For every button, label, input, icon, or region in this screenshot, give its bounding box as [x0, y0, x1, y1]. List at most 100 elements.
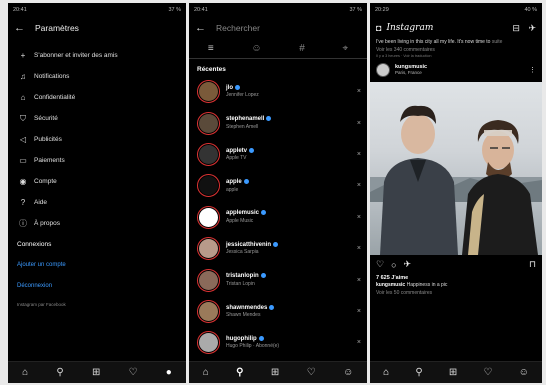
direct-message-icon[interactable]: ✈	[528, 23, 536, 33]
menu-item-about[interactable]: ⓘ À propos	[8, 213, 186, 234]
recent-search-row[interactable]: applemusic Apple Music ×	[189, 202, 367, 233]
recent-search-row[interactable]: stephenamell Stephen Amell ×	[189, 107, 367, 138]
recent-search-row[interactable]: apple apple ×	[189, 170, 367, 201]
menu-item-account[interactable]: ◉ Compte	[8, 171, 186, 192]
profile-icon[interactable]: ☺	[343, 367, 353, 378]
home-icon[interactable]: ⌂	[383, 367, 389, 378]
menu-item-security[interactable]: ⛉ Sécurité	[8, 108, 186, 129]
bookmark-icon[interactable]: ⊓	[529, 259, 536, 270]
recent-search-row[interactable]: tristanlopin Tristan Lopin ×	[189, 264, 367, 295]
menu-item-payments[interactable]: ▭ Paiements	[8, 150, 186, 171]
search-icon[interactable]: ⚲	[236, 367, 243, 378]
recent-username[interactable]: stephenamell	[226, 116, 357, 124]
search-icon[interactable]: ⚲	[56, 367, 63, 378]
avatar[interactable]	[197, 80, 220, 104]
tab-tags-icon[interactable]: #	[299, 43, 305, 54]
recent-text: apple apple	[226, 178, 357, 193]
add-post-icon[interactable]: ⊞	[92, 367, 100, 378]
post-username[interactable]: kungsmusic	[395, 64, 529, 71]
bottom-nav: ⌂ ⚲ ⊞ ♡ ☺	[189, 361, 367, 383]
avatar[interactable]	[197, 299, 220, 323]
profile-icon[interactable]: ●	[166, 367, 172, 378]
avatar[interactable]	[376, 62, 390, 77]
heart-icon[interactable]: ♡	[483, 367, 492, 378]
caption-username[interactable]: kungsmusic	[376, 282, 405, 288]
more-options-icon[interactable]: ⋮	[529, 66, 536, 74]
recent-username[interactable]: hugophilip	[226, 335, 357, 344]
avatar[interactable]	[197, 268, 220, 292]
username-text: appletv	[226, 147, 248, 154]
remove-recent-icon[interactable]: ×	[357, 151, 361, 158]
recent-username[interactable]: appletv	[226, 147, 357, 156]
avatar[interactable]	[197, 237, 220, 261]
recent-search-row[interactable]: appletv Apple TV ×	[189, 139, 367, 170]
share-icon[interactable]: ✈	[404, 259, 529, 270]
tab-accounts-icon[interactable]: ☺	[251, 43, 261, 54]
remove-recent-icon[interactable]: ×	[357, 182, 361, 189]
heart-icon[interactable]: ♡	[129, 367, 138, 378]
recent-username[interactable]: shawnmendes	[226, 304, 357, 313]
avatar-image	[199, 82, 218, 102]
recent-search-row[interactable]: jlo Jennifer Lopez ×	[189, 76, 367, 107]
heart-icon[interactable]: ♡	[307, 367, 316, 378]
recent-username[interactable]: applemusic	[226, 210, 357, 218]
camera-icon[interactable]: ◘	[376, 23, 381, 33]
remove-recent-icon[interactable]: ×	[357, 277, 361, 284]
search-input[interactable]: Rechercher	[216, 23, 260, 33]
avatar-image	[199, 176, 218, 196]
recent-text: jessicatthivenin Jessica Sarpia	[226, 241, 357, 256]
menu-item-label: Notifications	[34, 73, 70, 80]
comment-icon[interactable]: ○	[391, 260, 396, 270]
remove-recent-icon[interactable]: ×	[357, 339, 361, 346]
recent-text: jlo Jennifer Lopez	[226, 84, 357, 99]
remove-recent-icon[interactable]: ×	[357, 245, 361, 252]
username-text: hugophilip	[226, 335, 257, 342]
remove-recent-icon[interactable]: ×	[357, 308, 361, 315]
view-comments-link[interactable]: Voir les 50 commentaires	[370, 289, 542, 297]
avatar[interactable]	[197, 142, 220, 166]
tab-places-icon[interactable]: ⌖	[342, 43, 348, 54]
avatar[interactable]	[197, 111, 220, 135]
likes-count[interactable]: 7 625 J'aime	[370, 275, 542, 281]
recent-text: hugophilip Hugo Philip · Abonné(e)	[226, 335, 357, 350]
avatar-image	[199, 239, 218, 259]
heart-icon[interactable]: ♡	[376, 259, 384, 270]
avatar[interactable]	[197, 205, 220, 229]
recent-search-row[interactable]: hugophilip Hugo Philip · Abonné(e) ×	[189, 327, 367, 358]
logout-link[interactable]: Déconnexion	[8, 275, 186, 296]
more-link[interactable]: suite	[492, 39, 503, 45]
home-icon[interactable]: ⌂	[203, 367, 209, 378]
add-post-icon[interactable]: ⊞	[449, 367, 457, 378]
recent-username[interactable]: jessicatthivenin	[226, 241, 357, 250]
menu-item-follow-invite[interactable]: + S'abonner et inviter des amis	[8, 45, 186, 66]
menu-item-notifications[interactable]: ♫ Notifications	[8, 66, 186, 87]
recent-username[interactable]: jlo	[226, 84, 357, 93]
menu-item-ads[interactable]: ◁ Publicités	[8, 129, 186, 150]
remove-recent-icon[interactable]: ×	[357, 214, 361, 221]
recent-search-row[interactable]: shawnmendes Shawn Mendes ×	[189, 296, 367, 327]
avatar[interactable]	[197, 331, 220, 355]
post-location[interactable]: Paris, France	[395, 70, 529, 75]
search-icon[interactable]: ⚲	[415, 367, 422, 378]
avatar[interactable]	[197, 174, 220, 198]
recent-username[interactable]: apple	[226, 178, 357, 187]
bell-icon: ♫	[20, 72, 26, 81]
tab-top-icon[interactable]: ≡	[208, 43, 214, 54]
recent-search-row[interactable]: jessicatthivenin Jessica Sarpia ×	[189, 233, 367, 264]
add-post-icon[interactable]: ⊞	[271, 367, 279, 378]
username-text: apple	[226, 179, 242, 186]
back-arrow-icon[interactable]: ←	[14, 22, 25, 34]
post-photo[interactable]	[370, 81, 542, 255]
profile-icon[interactable]: ☺	[519, 367, 529, 378]
menu-item-privacy[interactable]: ⌂ Confidentialité	[8, 87, 186, 108]
menu-item-help[interactable]: ? Aide	[8, 192, 186, 213]
remove-recent-icon[interactable]: ×	[357, 88, 361, 95]
back-arrow-icon[interactable]: ←	[195, 22, 206, 34]
igtv-icon[interactable]: ⊟	[512, 23, 520, 33]
recent-username[interactable]: tristanlopin	[226, 273, 357, 281]
view-comments-link[interactable]: Voir les 340 commentaires	[370, 46, 542, 54]
home-icon[interactable]: ⌂	[22, 367, 28, 378]
avatar-image	[199, 301, 218, 321]
remove-recent-icon[interactable]: ×	[357, 120, 361, 127]
add-account-link[interactable]: Ajouter un compte	[8, 254, 186, 275]
